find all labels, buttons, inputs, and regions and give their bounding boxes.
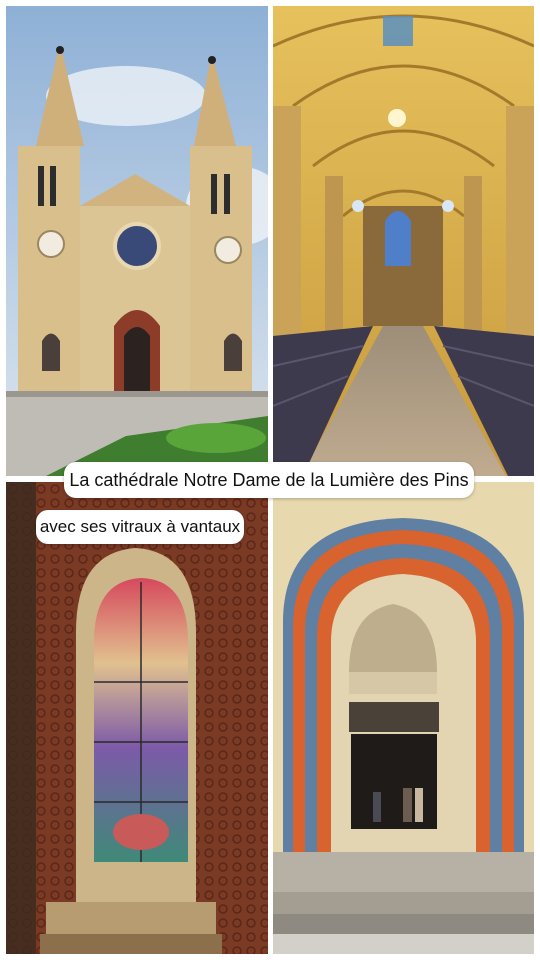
cathedral-exterior-photo xyxy=(6,6,268,476)
cathedral-portal-photo xyxy=(273,482,534,954)
cathedral-nave-photo xyxy=(273,6,534,476)
photo-caption-title: La cathédrale Notre Dame de la Lumière d… xyxy=(64,462,474,498)
stained-glass-window-photo xyxy=(6,482,268,954)
photo-caption-subtitle: avec ses vitraux à vantaux xyxy=(36,510,244,544)
